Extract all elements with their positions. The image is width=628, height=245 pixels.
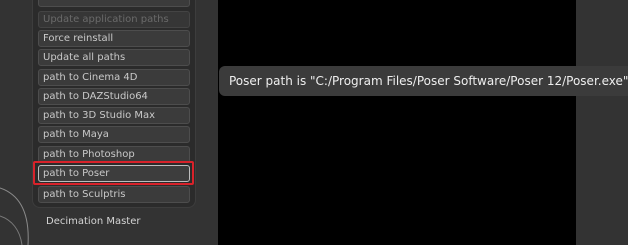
- poser-path-tooltip: Poser path is "C:/Program Files/Poser So…: [219, 66, 628, 96]
- selection-highlight-box: [33, 161, 194, 185]
- curve-decoration-icon: [0, 187, 29, 245]
- update-all-paths-button[interactable]: Update all paths: [38, 49, 190, 66]
- force-reinstall-button[interactable]: Force reinstall: [38, 30, 190, 47]
- decimation-master-label[interactable]: Decimation Master: [46, 216, 140, 227]
- cut-off-button[interactable]: [38, 0, 190, 7]
- canvas-area[interactable]: [218, 0, 576, 245]
- path-to-cinema-4d-button[interactable]: path to Cinema 4D: [38, 69, 190, 86]
- right-sidebar-background: [576, 0, 628, 245]
- app-window: Update application paths Force reinstall…: [0, 0, 628, 245]
- update-application-paths-button[interactable]: Update application paths: [38, 11, 190, 28]
- path-to-sculptris-button[interactable]: path to Sculptris: [38, 186, 190, 203]
- path-to-dazstudio64-button[interactable]: path to DAZStudio64: [38, 88, 190, 105]
- path-to-maya-button[interactable]: path to Maya: [38, 126, 190, 143]
- path-to-3d-studio-max-button[interactable]: path to 3D Studio Max: [38, 107, 190, 124]
